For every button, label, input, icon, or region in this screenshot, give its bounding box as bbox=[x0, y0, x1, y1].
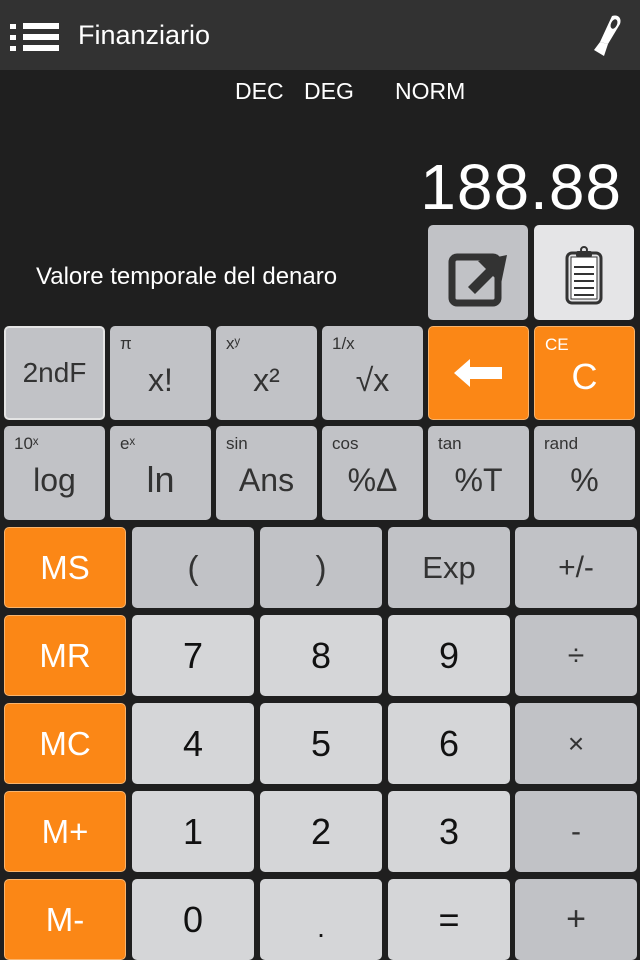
key-ans[interactable]: sin Ans bbox=[216, 426, 317, 520]
key-label: 8 bbox=[310, 634, 332, 676]
key-label: Exp bbox=[422, 549, 476, 585]
key-secondary-label: tan bbox=[438, 434, 462, 453]
key-close-paren[interactable]: ) bbox=[260, 527, 382, 608]
key-9[interactable]: 9 bbox=[388, 615, 510, 696]
key-label: . bbox=[317, 911, 325, 943]
key-memory-store[interactable]: MS bbox=[4, 527, 126, 608]
key-secondary-label: eˣ bbox=[120, 434, 136, 453]
key-0[interactable]: 0 bbox=[132, 879, 254, 960]
key-label: ÷ bbox=[567, 638, 585, 672]
backspace-arrow-icon bbox=[453, 359, 502, 387]
key-label: Ans bbox=[238, 461, 295, 498]
export-button[interactable] bbox=[428, 225, 528, 320]
key-percent-change[interactable]: cos %Δ bbox=[322, 426, 423, 520]
key-label: + bbox=[566, 900, 586, 938]
key-decimal[interactable]: . bbox=[260, 879, 382, 960]
key-6[interactable]: 6 bbox=[388, 703, 510, 784]
key-secondary-label: xʸ bbox=[226, 334, 240, 353]
status-angle: DEG bbox=[304, 78, 354, 104]
key-label: log bbox=[33, 461, 76, 498]
key-memory-recall[interactable]: MR bbox=[4, 615, 126, 696]
status-base: DEC bbox=[235, 78, 284, 104]
clipboard-icon bbox=[565, 246, 603, 305]
key-label: 2 bbox=[310, 810, 332, 852]
key-label: 6 bbox=[438, 722, 460, 764]
key-memory-clear[interactable]: MC bbox=[4, 703, 126, 784]
top-bar: Finanziario bbox=[0, 0, 640, 70]
key-label: x² bbox=[253, 361, 280, 398]
menu-list-icon[interactable] bbox=[10, 22, 62, 54]
key-8[interactable]: 8 bbox=[260, 615, 382, 696]
key-label: ( bbox=[187, 548, 199, 586]
key-percent-total[interactable]: tan %T bbox=[428, 426, 529, 520]
key-label: 3 bbox=[438, 810, 460, 852]
key-label: C bbox=[571, 356, 598, 397]
key-label: 4 bbox=[182, 722, 204, 764]
share-export-icon bbox=[448, 253, 507, 307]
key-label: 9 bbox=[438, 634, 460, 676]
key-divide[interactable]: ÷ bbox=[515, 615, 637, 696]
key-secondary-label: CE bbox=[545, 335, 569, 354]
key-label: +/- bbox=[558, 550, 594, 584]
key-factorial[interactable]: π x! bbox=[110, 326, 211, 420]
app-title: Finanziario bbox=[78, 20, 211, 50]
key-backspace[interactable] bbox=[428, 326, 529, 420]
key-log[interactable]: 10ˣ log bbox=[4, 426, 105, 520]
key-subtract[interactable]: - bbox=[515, 791, 637, 872]
key-equals[interactable]: = bbox=[388, 879, 510, 960]
key-2ndf[interactable]: 2ndF bbox=[4, 326, 105, 420]
key-sqrt[interactable]: 1/x √x bbox=[322, 326, 423, 420]
key-open-paren[interactable]: ( bbox=[132, 527, 254, 608]
key-label: MR bbox=[39, 636, 91, 674]
key-secondary-label: rand bbox=[544, 434, 579, 453]
key-secondary-label: 1/x bbox=[332, 334, 355, 353]
key-label: M- bbox=[45, 900, 85, 938]
key-3[interactable]: 3 bbox=[388, 791, 510, 872]
status-notation: NORM bbox=[395, 78, 466, 104]
paste-button[interactable] bbox=[534, 225, 634, 320]
key-2[interactable]: 2 bbox=[260, 791, 382, 872]
key-4[interactable]: 4 bbox=[132, 703, 254, 784]
key-1[interactable]: 1 bbox=[132, 791, 254, 872]
key-label: % bbox=[570, 461, 599, 498]
key-label: √x bbox=[355, 361, 390, 398]
key-label: 7 bbox=[182, 634, 204, 676]
key-label: 2ndF bbox=[22, 357, 87, 388]
key-memory-add[interactable]: M+ bbox=[4, 791, 126, 872]
key-label: = bbox=[438, 898, 460, 940]
key-memory-subtract[interactable]: M- bbox=[4, 879, 126, 960]
key-secondary-label: π bbox=[120, 334, 132, 353]
key-percent[interactable]: rand % bbox=[534, 426, 635, 520]
key-label: MC bbox=[39, 724, 91, 762]
key-exp[interactable]: Exp bbox=[388, 527, 510, 608]
key-label: M+ bbox=[41, 812, 89, 850]
key-label: - bbox=[571, 814, 581, 848]
key-label: ) bbox=[315, 548, 327, 586]
key-label: × bbox=[567, 727, 585, 759]
paper-tape-icon[interactable] bbox=[586, 14, 626, 60]
key-secondary-label: 10ˣ bbox=[14, 434, 39, 453]
key-label: 5 bbox=[310, 722, 332, 764]
key-label: %T bbox=[454, 461, 503, 498]
key-7[interactable]: 7 bbox=[132, 615, 254, 696]
key-label: 0 bbox=[182, 898, 204, 940]
key-add[interactable]: + bbox=[515, 879, 637, 960]
mode-label: Valore temporale del denaro bbox=[36, 263, 338, 290]
key-secondary-label: sin bbox=[226, 434, 248, 453]
key-multiply[interactable]: × bbox=[515, 703, 637, 784]
key-secondary-label: cos bbox=[332, 434, 359, 453]
key-label: x! bbox=[148, 361, 173, 398]
key-sign[interactable]: +/- bbox=[515, 527, 637, 608]
key-square[interactable]: xʸ x² bbox=[216, 326, 317, 420]
display-value: 188.88 bbox=[420, 151, 622, 223]
key-label: %Δ bbox=[347, 461, 398, 498]
key-label: 1 bbox=[182, 810, 204, 852]
key-ln[interactable]: eˣ ln bbox=[110, 426, 211, 520]
key-clear[interactable]: CE C bbox=[534, 326, 635, 420]
key-label: MS bbox=[40, 548, 90, 586]
key-label: ln bbox=[146, 459, 175, 500]
key-5[interactable]: 5 bbox=[260, 703, 382, 784]
